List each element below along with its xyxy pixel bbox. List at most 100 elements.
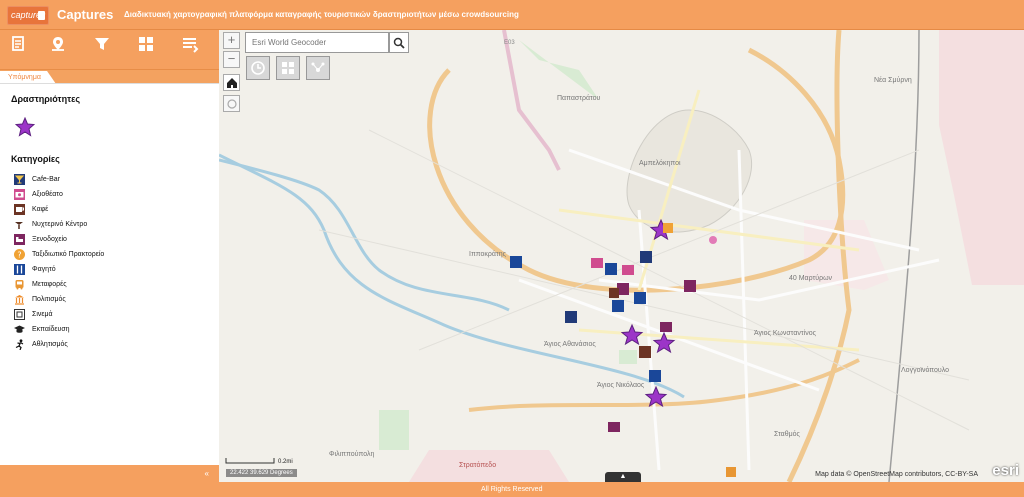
location-pin-icon bbox=[52, 37, 64, 51]
bus-icon bbox=[13, 279, 25, 291]
category-label: Cafe-Bar bbox=[32, 176, 61, 183]
share-button[interactable] bbox=[306, 56, 330, 80]
left-panel: Υπόμνημα Δραστηριότητες Κατηγορίες Cafe-… bbox=[0, 30, 219, 482]
runner-icon bbox=[13, 339, 25, 351]
activities-heading: Δραστηριότητες bbox=[11, 94, 81, 104]
bottom-bar: All Rights Reserved bbox=[0, 482, 1024, 497]
map-label-filippoupoli: Φιλιππούπολη bbox=[329, 450, 374, 458]
restaurant-marker[interactable] bbox=[649, 370, 661, 382]
filter-button[interactable] bbox=[93, 35, 111, 53]
logo-badge-icon bbox=[38, 11, 45, 20]
category-label: Αξιοθέατο bbox=[32, 191, 63, 198]
scale-label: 0.2mi bbox=[278, 459, 293, 465]
sight-marker[interactable] bbox=[591, 258, 603, 268]
category-cinema: Σινεμά bbox=[13, 307, 104, 322]
category-sight: Αξιοθέατο bbox=[13, 187, 104, 202]
category-label: Ταξιδιωτικό Πρακτορείο bbox=[32, 251, 105, 258]
list-layers-icon bbox=[183, 38, 199, 53]
bed-icon bbox=[13, 234, 25, 246]
geocoder-search-input[interactable] bbox=[245, 32, 389, 53]
map-label-stathmos: Σταθμός bbox=[774, 430, 801, 438]
esri-logo: esri bbox=[992, 462, 1019, 479]
category-label: Εκπαίδευση bbox=[32, 326, 70, 333]
basemap-gallery-button[interactable] bbox=[276, 56, 300, 80]
cocktail-icon bbox=[13, 174, 25, 186]
restaurant-marker[interactable] bbox=[605, 263, 617, 275]
history-button[interactable] bbox=[246, 56, 270, 80]
category-label: Καφέ bbox=[32, 206, 49, 213]
category-label: Ξενοδοχείο bbox=[32, 236, 67, 243]
cafe-bar-marker[interactable] bbox=[640, 251, 652, 263]
coffee-marker[interactable] bbox=[639, 346, 651, 358]
hotel-marker[interactable] bbox=[684, 280, 696, 292]
road-label-e03: E03 bbox=[504, 40, 515, 46]
bottom-panel-toggle[interactable]: ▲ bbox=[605, 472, 641, 482]
app-title: Captures bbox=[57, 7, 114, 22]
map-label-agios-athanasios: Άγιος Αθανάσιος bbox=[544, 340, 596, 348]
hotel-marker[interactable] bbox=[660, 322, 672, 332]
map-canvas[interactable]: Παπαστράτου Αμπελόκηποι Ιπποκράτης Νέα Σ… bbox=[219, 30, 1024, 482]
restaurant-marker[interactable] bbox=[634, 292, 646, 304]
map-attribution: Map data © OpenStreetMap contributors, C… bbox=[815, 471, 978, 478]
transport-marker[interactable] bbox=[726, 467, 736, 477]
category-culture: Πολιτισμός bbox=[13, 292, 104, 307]
map-label-ag-konstantinos: Άγιος Κωνσταντίνος bbox=[754, 329, 817, 337]
grid-icon bbox=[282, 62, 294, 74]
map-label-nea-smyrni: Νέα Σμύρνη bbox=[874, 76, 912, 84]
hotel-marker[interactable] bbox=[608, 422, 620, 432]
legend-panel: Δραστηριότητες Κατηγορίες Cafe-Bar Αξιοθ… bbox=[0, 83, 219, 465]
collapse-panel-button[interactable]: « bbox=[205, 469, 209, 478]
restaurant-marker[interactable] bbox=[510, 256, 522, 268]
restaurant-icon bbox=[13, 264, 25, 276]
scale-bar bbox=[225, 458, 275, 464]
category-label: Φαγητό bbox=[32, 266, 56, 273]
zoom-out-button[interactable]: − bbox=[223, 51, 240, 68]
coffee-icon bbox=[13, 204, 25, 216]
category-coffee: Καφέ bbox=[13, 202, 104, 217]
coordinates-display: 22.422 39.629 Degrees bbox=[226, 469, 297, 477]
category-sports: Αθλητισμός bbox=[13, 337, 104, 352]
locate-button[interactable] bbox=[223, 95, 240, 112]
map-label-area: Λογγοϊνόπουλο bbox=[901, 366, 949, 374]
sight-marker[interactable] bbox=[622, 265, 634, 275]
search-icon bbox=[393, 37, 405, 49]
category-hotel: Ξενοδοχείο bbox=[13, 232, 104, 247]
category-transport: Μεταφορές bbox=[13, 277, 104, 292]
category-label: Αθλητισμός bbox=[32, 341, 68, 348]
cafe-bar-marker[interactable] bbox=[565, 311, 577, 323]
layers-button[interactable] bbox=[181, 35, 199, 53]
map-label-agios-nikolaos: Άγιος Νικόλαος bbox=[597, 381, 645, 389]
category-education: Εκπαίδευση bbox=[13, 322, 104, 337]
question-icon: ? bbox=[13, 249, 25, 261]
restaurant-marker[interactable] bbox=[612, 300, 624, 312]
activity-star-icon bbox=[15, 117, 35, 137]
map-view[interactable]: Παπαστράτου Αμπελόκηποι Ιπποκράτης Νέα Σ… bbox=[219, 30, 1024, 482]
legend-tab-row: Υπόμνημα bbox=[0, 69, 219, 84]
sight-marker[interactable] bbox=[709, 236, 717, 244]
home-icon bbox=[226, 77, 237, 88]
app-header: captures Captures Διαδικτυακή χαρτογραφι… bbox=[0, 0, 1024, 30]
network-icon bbox=[311, 62, 325, 72]
document-list-icon bbox=[12, 36, 24, 51]
zoom-in-button[interactable]: + bbox=[223, 32, 240, 49]
category-travel-agency: ? Ταξιδιωτικό Πρακτορείο bbox=[13, 247, 104, 262]
basemap-button[interactable] bbox=[137, 35, 155, 53]
captures-logo: captures bbox=[7, 6, 49, 25]
category-nightclub: Νυχτερινό Κέντρο bbox=[13, 217, 104, 232]
svg-text:?: ? bbox=[17, 251, 21, 260]
history-icon bbox=[251, 61, 265, 75]
cinema-icon bbox=[13, 309, 25, 321]
category-label: Σινεμά bbox=[32, 311, 53, 318]
coffee-marker[interactable] bbox=[609, 288, 619, 298]
map-label-papastratos: Παπαστράτου bbox=[557, 94, 601, 102]
travel-agency-marker[interactable] bbox=[663, 223, 673, 233]
category-cafe-bar: Cafe-Bar bbox=[13, 172, 104, 187]
location-button[interactable] bbox=[49, 35, 67, 53]
records-button[interactable] bbox=[9, 35, 27, 53]
category-label: Μεταφορές bbox=[32, 281, 67, 288]
rights-text: All Rights Reserved bbox=[481, 486, 543, 493]
museum-icon bbox=[13, 294, 25, 306]
search-button[interactable] bbox=[389, 32, 409, 53]
app-subtitle: Διαδικτυακή χαρτογραφική πλατφόρμα καταγ… bbox=[124, 10, 519, 19]
home-button[interactable] bbox=[223, 74, 240, 91]
